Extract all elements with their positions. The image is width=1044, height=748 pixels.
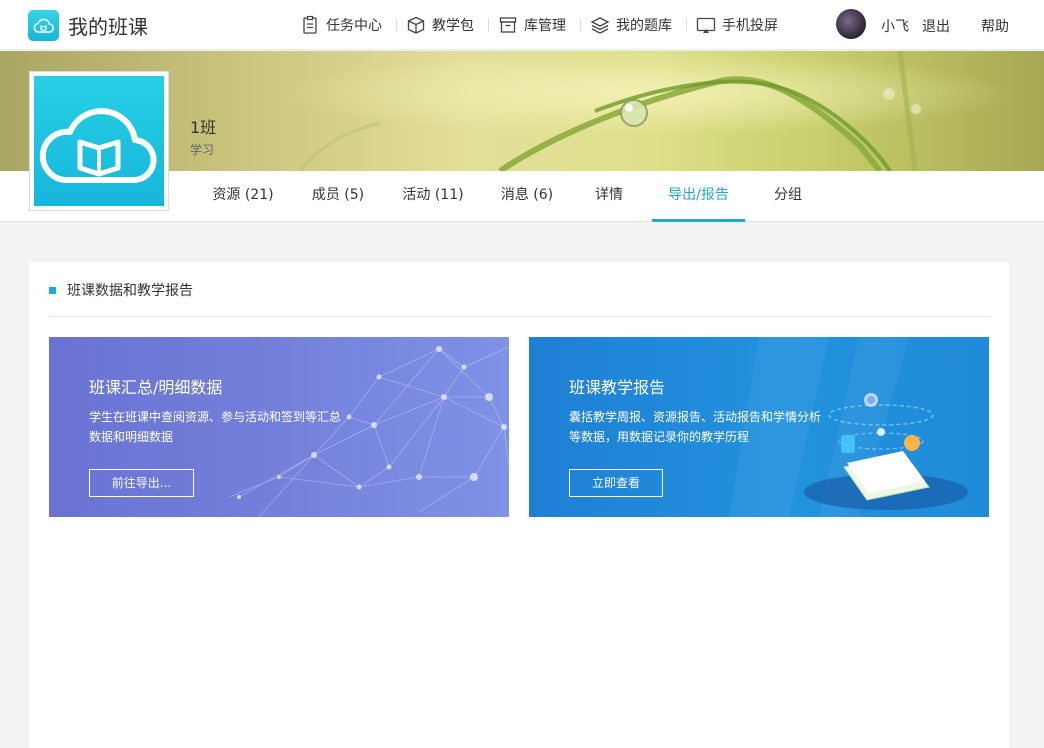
- nav-library-management[interactable]: 库管理: [488, 0, 580, 50]
- summary-data-card[interactable]: 班课汇总/明细数据 学生在班课中查阅资源、参与活动和签到等汇总数据和明细数据 前…: [49, 337, 509, 517]
- go-export-button[interactable]: 前往导出...: [89, 469, 194, 497]
- nav-task-center[interactable]: 任务中心: [290, 0, 396, 50]
- layers-icon: [590, 15, 610, 35]
- card-title: 班课教学报告: [569, 378, 666, 397]
- tab-export-report[interactable]: 导出/报告: [652, 171, 745, 222]
- cast-icon: [696, 15, 716, 35]
- clipboard-icon: [300, 15, 320, 35]
- archive-icon: [498, 15, 518, 35]
- card-title: 班课汇总/明细数据: [89, 378, 223, 397]
- divider: [49, 316, 990, 317]
- nav-label: 手机投屏: [722, 18, 778, 34]
- app-logo-icon[interactable]: [28, 10, 59, 41]
- export-report-panel: 班课数据和教学报告 班课汇总/明细数据 学生在班课中查阅资源、参与活动和签到等汇…: [29, 262, 1009, 748]
- class-cover-image[interactable]: [29, 71, 169, 211]
- tab-messages[interactable]: 消息 (6): [494, 171, 560, 222]
- section-marker-icon: [49, 286, 56, 294]
- teaching-report-card[interactable]: 班课教学报告 囊括教学周报、资源报告、活动报告和学情分析等数据，用数据记录你的教…: [529, 337, 989, 517]
- nav-question-bank[interactable]: 我的题库: [580, 0, 686, 50]
- class-subtitle: 学习: [190, 143, 215, 157]
- top-bar: 我的班课 任务中心 教学包 库管理 我的题库 手机投屏 小飞 退出 帮助: [0, 0, 1044, 50]
- tab-members[interactable]: 成员 (5): [305, 171, 371, 222]
- nav-screen-cast[interactable]: 手机投屏: [686, 0, 792, 50]
- tab-resources[interactable]: 资源 (21): [206, 171, 280, 222]
- section-title: 班课数据和教学报告: [67, 283, 193, 299]
- card-description: 学生在班课中查阅资源、参与活动和签到等汇总数据和明细数据: [89, 410, 342, 444]
- nav-label: 我的题库: [616, 18, 672, 34]
- tab-groups[interactable]: 分组: [764, 171, 812, 222]
- card-description: 囊括教学周报、资源报告、活动报告和学情分析等数据，用数据记录你的教学历程: [569, 410, 822, 444]
- tab-activities[interactable]: 活动 (11): [396, 171, 470, 222]
- top-nav: 任务中心 教学包 库管理 我的题库 手机投屏: [290, 0, 792, 50]
- section-header: 班课数据和教学报告: [49, 280, 193, 300]
- package-icon: [406, 15, 426, 35]
- help-link[interactable]: 帮助: [981, 16, 1009, 36]
- nav-label: 教学包: [432, 18, 474, 34]
- class-name: 1班: [190, 118, 217, 137]
- nav-teaching-package[interactable]: 教学包: [396, 0, 488, 50]
- view-now-button[interactable]: 立即查看: [569, 469, 663, 497]
- cloud-book-icon: [39, 108, 157, 184]
- tab-details[interactable]: 详情: [585, 171, 633, 222]
- app-title[interactable]: 我的班课: [68, 11, 148, 40]
- logout-link[interactable]: 退出: [922, 16, 950, 36]
- avatar[interactable]: [836, 9, 866, 39]
- nav-label: 库管理: [524, 18, 566, 34]
- nav-label: 任务中心: [326, 18, 382, 34]
- user-name[interactable]: 小飞: [881, 16, 909, 36]
